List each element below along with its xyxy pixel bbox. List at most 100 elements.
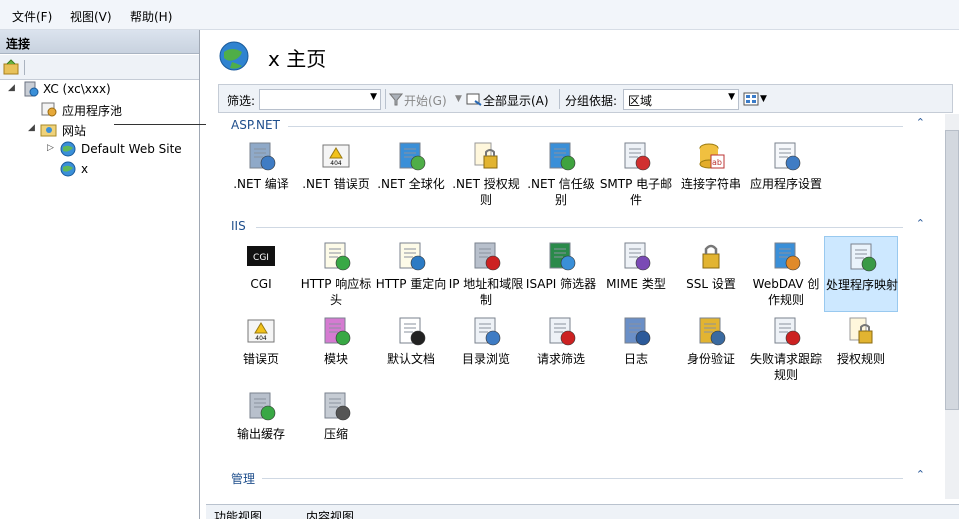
filter-input[interactable]: ▼ [259,89,381,110]
tree-default-site[interactable]: ▷ Default Web Site [0,140,199,160]
group-header-iis[interactable]: IIS ⌃ [218,217,933,235]
feature-item[interactable]: 压缩 [299,386,373,462]
menu-help[interactable]: 帮助(H) [130,8,172,25]
collapse-icon[interactable]: ⌃ [916,217,925,230]
feature-label: SMTP 电子邮件 [599,177,673,207]
toolbar-separator [24,60,25,75]
tree-site-x-label: x [81,162,89,176]
menu-bar: 文件(F) 视图(V) 帮助(H) [0,0,959,30]
feature-label: ISAPI 筛选器 [525,277,597,291]
tree-site-x[interactable]: x [0,160,199,180]
feature-item[interactable]: .NET 授权规则 [449,136,523,212]
feature-label: HTTP 响应标头 [300,277,372,307]
tree-server[interactable]: ◢ XC (xc\xxx) [0,80,199,100]
feature-item[interactable]: CGI CGI [224,236,298,312]
feature-label: IP 地址和域限制 [448,277,524,307]
scrollbar-thumb[interactable] [945,130,959,410]
handler-mappings-icon [850,243,877,272]
request-filtering-icon [549,317,576,346]
feature-label: .NET 授权规则 [452,177,520,207]
tree-server-label: XC (xc\xxx) [43,82,111,96]
expand-arrow-icon[interactable]: ▷ [47,143,57,153]
compression-icon [324,392,351,421]
directory-browsing-icon [474,317,501,346]
feature-item[interactable]: 模块 [299,311,373,387]
dotnet-authorization-icon [474,142,498,169]
collapse-icon[interactable]: ⌃ [916,468,925,481]
feature-item[interactable]: 目录浏览 [449,311,523,387]
feature-label: 输出缓存 [236,427,285,441]
tab-features-view[interactable]: 功能视图 [214,508,262,519]
feature-item[interactable]: ISAPI 筛选器 [524,236,598,312]
start-button[interactable]: 开始(G) [404,92,447,109]
tree-app-pools-label: 应用程序池 [62,104,123,118]
smtp-email-icon [624,142,651,171]
output-caching-icon [249,392,276,421]
default-document-icon [399,317,426,346]
feature-label: .NET 错误页 [302,177,370,191]
toolbar-separator [385,89,386,109]
server-icon [24,81,39,97]
connect-icon[interactable] [3,59,19,75]
isapi-filters-icon [549,242,576,271]
group-title: 管理 [231,472,256,486]
feature-item[interactable]: 失败请求跟踪规则 [749,311,823,387]
feature-item[interactable]: 身份验证 [674,311,748,387]
view-mode-icon[interactable] [743,92,759,106]
group-by-select[interactable]: 区域 ▼ [623,89,739,110]
filter-label: 筛选: [227,94,256,108]
feature-item[interactable]: WebDAV 创作规则 [749,236,823,312]
feature-item[interactable]: 日志 [599,311,673,387]
dropdown-arrow-icon[interactable]: ▼ [728,92,735,102]
view-tabs: 功能视图 内容视图 [206,504,959,519]
feature-item[interactable]: SSL 设置 [674,236,748,312]
show-all-button[interactable]: 全部显示(A) [483,92,549,109]
collapse-arrow-icon[interactable]: ◢ [28,123,38,133]
feature-item[interactable]: SMTP 电子邮件 [599,136,673,212]
tree-sites[interactable]: ◢ 网站 [0,120,199,140]
feature-item[interactable]: 输出缓存 [224,386,298,462]
feature-item[interactable]: HTTP 重定向 [374,236,448,312]
menu-file[interactable]: 文件(F) [12,8,52,25]
group-header-aspnet[interactable]: ASP.NET ⌃ [218,116,933,134]
group-header-management[interactable]: 管理 ⌃ [218,468,933,486]
dropdown-arrow-icon[interactable]: ▼ [370,92,377,102]
tree-app-pools[interactable]: 应用程序池 [0,100,199,120]
show-all-icon[interactable] [466,92,482,106]
tree-sites-label: 网站 [62,124,87,138]
feature-item[interactable]: .NET 全球化 [374,136,448,212]
feature-item[interactable]: MIME 类型 [599,236,673,312]
collapse-icon[interactable]: ⌃ [916,116,925,129]
feature-label: 错误页 [242,352,279,366]
feature-item[interactable]: 默认文档 [374,311,448,387]
collapse-arrow-icon[interactable]: ◢ [8,83,18,93]
feature-item[interactable]: .NET 信任级别 [524,136,598,212]
group-divider [256,227,903,228]
feature-item[interactable]: 请求筛选 [524,311,598,387]
feature-item[interactable]: .NET 编译 [224,136,298,212]
feature-item[interactable]: HTTP 响应标头 [299,236,373,312]
svg-text:CGI: CGI [253,253,269,263]
feature-item[interactable]: IP 地址和域限制 [449,236,523,312]
feature-item[interactable]: 授权规则 [824,311,898,387]
menu-view[interactable]: 视图(V) [70,8,112,25]
feature-item[interactable]: 处理程序映射 [824,236,898,312]
connections-header: 连接 [0,30,199,54]
feature-label: 授权规则 [836,352,885,366]
feature-item[interactable]: ab 连接字符串 [674,136,748,212]
feature-label: 处理程序映射 [825,278,898,292]
dropdown-arrow-icon[interactable]: ▼ [455,94,462,104]
funnel-icon[interactable] [389,92,403,106]
failed-request-tracing-icon [774,317,801,346]
feature-item[interactable]: 404 错误页 [224,311,298,387]
annotation-line [114,124,214,125]
dotnet-error-pages-icon: 404 [322,144,350,168]
tree-default-site-label: Default Web Site [81,142,182,156]
dropdown-arrow-icon[interactable]: ▼ [760,94,767,104]
tab-content-view[interactable]: 内容视图 [306,508,354,519]
page-header: x 主页 [206,30,959,82]
feature-item[interactable]: 404 .NET 错误页 [299,136,373,212]
group-by-label: 分组依据: [565,94,618,108]
feature-item[interactable]: 应用程序设置 [749,136,823,212]
modules-icon [324,317,351,346]
